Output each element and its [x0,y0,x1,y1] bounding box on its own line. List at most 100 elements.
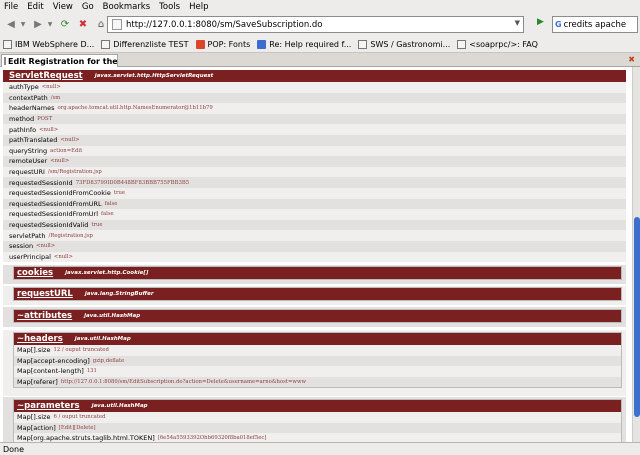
home-icon[interactable]: ⌂ [94,18,108,32]
property-row: Map[referer] http://127.0.0.1:8080/sm/Edi… [14,376,621,388]
section-link[interactable]: requestURL [17,289,73,299]
property-value: true [91,222,103,229]
section-header: ~parameters java.util.HashMap [14,400,621,412]
property-name: requestedSessionIdFromURL [9,199,102,208]
request-url-box: requestURL java.lang.StringBuffer [13,287,622,301]
tab-active[interactable]: Edit Registration for the... [1,54,118,67]
page-content: ServletRequest javax.servlet.http.HttpSe… [0,67,632,442]
headers-box: ~headers java.util.HashMap Map[].size 12 … [13,332,622,389]
property-row: requestURI/sm/Registration.jsp [3,166,626,178]
reload-icon[interactable]: ⟳ [58,18,72,32]
property-name: pathTranslated [9,136,58,145]
search-text[interactable]: credits apache [564,20,627,30]
property-row: authType <null> [3,82,626,93]
property-name: headerNames [9,104,55,113]
section-type: java.lang.StringBuffer [84,291,154,297]
section-link[interactable]: ServletRequest [9,71,83,81]
bookmark-label: Differenzliste TEST [113,39,189,49]
tab-title: Edit Registration for the... [8,56,118,66]
bookmark-page-icon [457,39,467,49]
bookmark-item[interactable]: IBM WebSphere D... [3,39,95,49]
vertical-scrollbar[interactable] [632,67,640,442]
property-value: /sm/Registration.jsp [47,169,102,176]
property-row: Map[accept-encoding] gzip,deflate [14,355,621,367]
parameters-box: ~parameters java.util.HashMap Map[].size… [13,399,622,442]
property-row: method POST [3,113,626,125]
property-row: Map[content-length] 131 [14,366,621,377]
property-name: authType [9,83,39,92]
section-type: javax.servlet.http.Cookie[] [65,270,149,276]
bookmark-item[interactable]: POP: Fonts [195,39,250,49]
url-bar[interactable]: http://127.0.0.1:8080/sm/SaveSubscriptio… [107,16,524,33]
bookmark-label: IBM WebSphere D... [15,39,95,49]
property-name: queryString [9,146,48,155]
property-row: Map[action] [Edit][Delete] [14,422,621,434]
property-name: requestedSessionIdValid [9,221,89,230]
cookies-box: cookies javax.servlet.http.Cookie[] [13,266,622,280]
property-row: pathInfo <null> [3,124,626,135]
bookmarks-toolbar: IBM WebSphere D... Differenzliste TEST P… [0,36,640,53]
go-icon[interactable]: ▶ [537,17,544,27]
menu-tools[interactable]: Tools [158,2,181,12]
property-name: remoteUser [9,157,48,166]
menu-file[interactable]: File [3,2,19,12]
property-value: /Registration.jsp [48,232,93,239]
attributes-section: ~attributes java.util.HashMap [3,307,626,327]
parameters-section: ~parameters java.util.HashMap Map[].size… [3,397,626,442]
url-dropdown-icon[interactable]: ▼ [515,19,520,27]
forward-dropdown-icon[interactable]: ▼ [46,18,54,32]
property-row: pathTranslated <null> [3,134,626,146]
property-value: gzip,deflate [92,357,125,364]
bookmark-item[interactable]: Re: Help required f... [257,39,351,49]
bookmark-label: SWS / Gastronomi... [370,39,451,49]
property-name: requestedSessionIdFromUrl [9,210,99,219]
section-link[interactable]: ~attributes [17,311,72,321]
property-name: Map[referer] [17,378,58,387]
property-row: servletPath/Registration.jsp [3,230,626,241]
menu-view[interactable]: View [52,2,74,12]
menu-go[interactable]: Go [81,2,95,12]
section-header: requestURL java.lang.StringBuffer [14,288,621,300]
property-name: pathInfo [9,125,37,134]
property-value: <null> [60,137,80,144]
property-name: servletPath [9,231,46,240]
section-link[interactable]: ~headers [17,334,63,344]
property-name: contextPath [9,93,48,102]
property-row: requestedSessionIdFromURL false [3,198,626,210]
bookmark-item[interactable]: <soaprpc/>: FAQ [457,39,538,49]
property-row: remoteUser <null> [3,156,626,167]
section-link[interactable]: ~parameters [17,401,80,411]
tab-page-icon [4,57,6,65]
property-row: userPrincipal <null> [3,251,626,263]
property-name: userPrincipal [9,252,51,261]
section-link[interactable]: cookies [17,268,53,278]
property-name: Map[].size [17,346,51,355]
scrollbar-thumb[interactable] [634,217,640,417]
bookmark-favicon-icon [257,39,267,49]
section-header: ServletRequest javax.servlet.http.HttpSe… [3,70,626,82]
tab-bar: Edit Registration for the... ✖ [0,53,640,67]
property-value: 73FD83799ID0B448BF83BBB755FBB3B5 [75,179,190,186]
property-row: requestedSessionId 73FD83799ID0B448BF83BB… [3,177,626,188]
stop-icon[interactable]: ✖ [76,18,90,32]
property-row: headerNames org.apache.tomcat.util.http.N… [3,103,626,114]
property-value: http://127.0.0.1:8080/sm/EditSubscriptio… [60,379,307,386]
section-type: java.util.HashMap [84,313,141,319]
back-icon[interactable]: ◀ [4,18,18,32]
forward-icon[interactable]: ▶ [31,18,45,32]
menu-bookmarks[interactable]: Bookmarks [102,2,152,12]
bookmark-item[interactable]: SWS / Gastronomi... [358,39,451,49]
back-dropdown-icon[interactable]: ▼ [19,18,27,32]
menu-help[interactable]: Help [188,2,209,12]
close-tab-icon[interactable]: ✖ [628,55,635,64]
google-search-icon[interactable]: G [555,20,562,29]
url-text[interactable]: http://127.0.0.1:8080/sm/SaveSubscriptio… [126,20,323,30]
servlet-request-section: ServletRequest javax.servlet.http.HttpSe… [3,70,626,263]
bookmark-item[interactable]: Differenzliste TEST [101,39,189,49]
search-input[interactable]: G credits apache [552,16,638,33]
property-value: true [113,190,126,197]
menu-edit[interactable]: Edit [26,2,44,12]
section-header: ~attributes java.util.HashMap [14,310,621,322]
bookmark-label: <soaprpc/>: FAQ [469,39,538,49]
cookies-section: cookies javax.servlet.http.Cookie[] [3,265,626,284]
